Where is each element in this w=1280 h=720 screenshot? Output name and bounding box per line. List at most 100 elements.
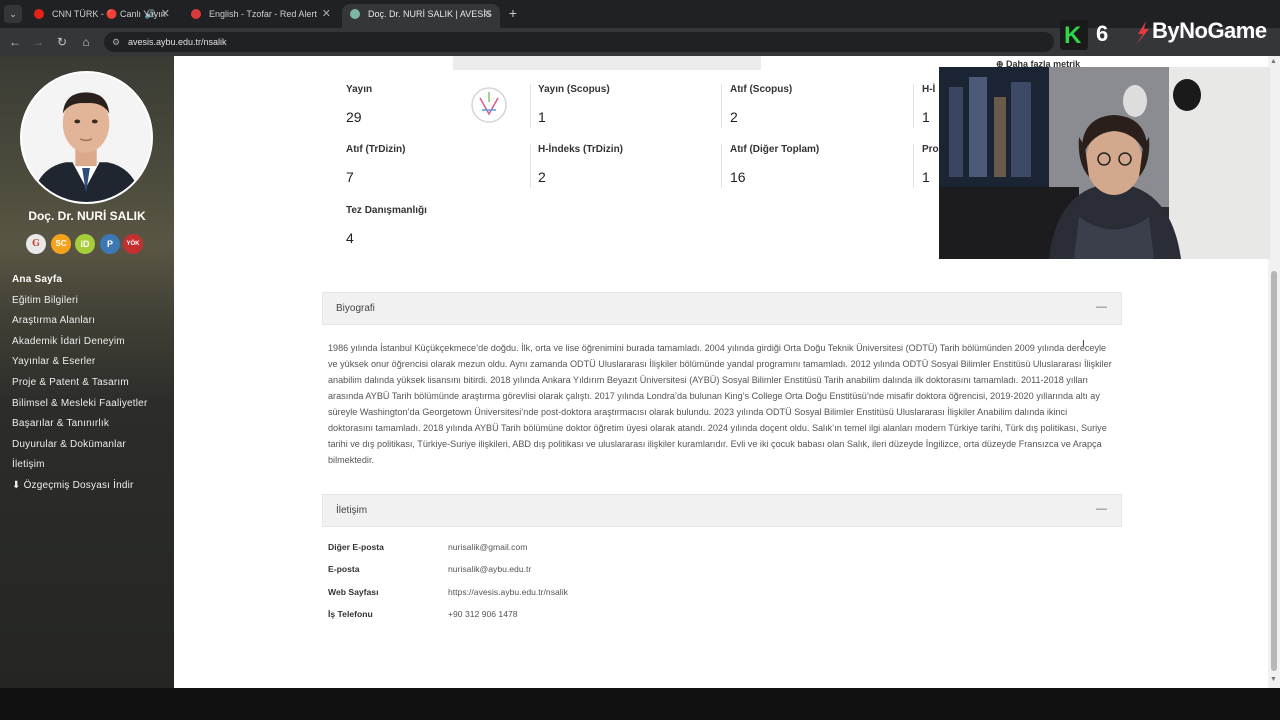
sidebar-item-ana-sayfa[interactable]: Ana Sayfa — [0, 270, 174, 291]
tab-cnn-turk[interactable]: CNN TÜRK - 🔴 Canlı Yayın 🔊 ✕ — [26, 4, 178, 28]
sidebar-item-akademik-idari[interactable]: Akademik İdari Deneyim — [0, 332, 174, 353]
contact-value[interactable]: nurisalik@aybu.edu.tr — [448, 564, 531, 574]
biography-header[interactable]: Biyografi — — [322, 292, 1122, 325]
profile-badges: G SC iD P YÖK — [26, 234, 148, 256]
yok-icon[interactable]: YÖK — [123, 234, 143, 254]
tab-search-chevron-icon[interactable]: ⌄ — [4, 5, 22, 23]
forward-arrow-icon[interactable]: → — [29, 33, 47, 51]
address-url: avesis.aybu.edu.tr/nsalik — [128, 37, 227, 47]
scopus-icon[interactable]: SC — [51, 234, 71, 254]
new-tab-icon[interactable]: + — [505, 5, 521, 21]
sidebar-item-label: Özgeçmiş Dosyası İndir — [23, 479, 134, 491]
metric-atif-trdizin: Atıf (TrDizin) 7 — [346, 144, 405, 185]
sidebar-menu: Ana Sayfa Eğitim Bilgileri Araştırma Ala… — [0, 270, 174, 497]
contact-label: İş Telefonu — [328, 609, 373, 619]
orcid-icon[interactable]: iD — [75, 234, 95, 254]
webcam-feed-icon — [939, 67, 1270, 259]
metric-value: 1 — [922, 169, 930, 185]
metric-divider — [721, 144, 722, 188]
tab-label: English - Tzofar - Red Alert — [209, 9, 317, 19]
contact-label: E-posta — [328, 564, 360, 574]
metric-label: Pro — [922, 144, 939, 155]
metric-value: 4 — [346, 230, 354, 246]
metric-divider — [913, 144, 914, 188]
collapse-icon[interactable]: — — [1096, 503, 1107, 515]
metric-label: H-İ — [922, 84, 936, 95]
scroll-up-icon[interactable]: ▲ — [1270, 58, 1277, 65]
contact-value[interactable]: nurisalik@gmail.com — [448, 542, 527, 552]
close-icon[interactable]: ✕ — [322, 4, 331, 24]
metric-divider — [913, 84, 914, 128]
red-alert-icon — [191, 9, 201, 19]
back-arrow-icon[interactable]: ← — [6, 33, 24, 51]
metric-atif-scopus: Atıf (Scopus) 2 — [730, 84, 792, 125]
close-icon[interactable]: ✕ — [161, 4, 170, 24]
metric-value: 1 — [538, 109, 546, 125]
metric-label: Yayın — [346, 84, 373, 95]
reload-icon[interactable]: ↻ — [53, 33, 71, 51]
sidebar-item-egitim[interactable]: Eğitim Bilgileri — [0, 291, 174, 312]
youtube-icon — [34, 9, 44, 19]
publons-icon[interactable]: P — [100, 234, 120, 254]
tab-red-alert[interactable]: English - Tzofar - Red Alert ✕ — [183, 4, 339, 28]
collapse-icon[interactable]: — — [1096, 301, 1107, 313]
faded-header-strip — [453, 56, 761, 70]
text-cursor-icon: I — [1082, 339, 1085, 350]
sidebar-item-yayinlar[interactable]: Yayınlar & Eserler — [0, 352, 174, 373]
home-icon[interactable]: ⌂ — [77, 33, 95, 51]
viewer-counter: 6 — [1096, 21, 1109, 46]
metric-atif-diger: Atıf (Diğer Toplam) 16 — [730, 144, 819, 185]
sidebar-item-iletisim[interactable]: İletişim — [0, 455, 174, 476]
avatar — [20, 71, 153, 204]
profile-photo-icon — [22, 73, 151, 202]
site-info-icon[interactable]: ⚙ — [112, 32, 120, 52]
metric-label: Tez Danışmanlığı — [346, 205, 427, 216]
avesis-icon — [350, 9, 360, 19]
bynogame-brand: ByNoGame — [1152, 18, 1267, 43]
section-title: İletişim — [336, 505, 368, 516]
contact-label: Diğer E-posta — [328, 542, 384, 552]
stream-overlay-logo: K 6 ByNoGame — [1060, 18, 1270, 52]
metric-value: 1 — [922, 109, 930, 125]
tab-label: Doç. Dr. NURİ SALIK | AVESİS — [368, 9, 492, 19]
contact-value[interactable]: +90 312 906 1478 — [448, 609, 518, 619]
metric-yayin-scopus: Yayın (Scopus) 1 — [538, 84, 610, 125]
speaker-icon[interactable]: 🔊 — [145, 4, 156, 24]
sidebar-item-duyurular[interactable]: Duyurular & Dokümanlar — [0, 435, 174, 456]
profile-name: Doç. Dr. NURİ SALIK — [28, 209, 146, 223]
sidebar-item-arastirma[interactable]: Araştırma Alanları — [0, 311, 174, 332]
sidebar-item-ozgecmis[interactable]: ⬇ Özgeçmiş Dosyası İndir — [0, 476, 174, 497]
contact-header[interactable]: İletişim — — [322, 494, 1122, 527]
close-icon[interactable]: ✕ — [483, 4, 492, 24]
section-title: Biyografi — [336, 303, 375, 314]
metric-h-indeks-trdizin: H-İndeks (TrDizin) 2 — [538, 144, 623, 185]
metric-label: Atıf (TrDizin) — [346, 144, 406, 155]
metric-label: Atıf (Diğer Toplam) — [730, 144, 820, 155]
google-scholar-icon[interactable]: G — [26, 234, 46, 254]
metric-label: H-İndeks (TrDizin) — [538, 144, 624, 155]
profile-sidebar: Doç. Dr. NURİ SALIK G SC iD P YÖK Ana Sa… — [0, 56, 174, 688]
bynogame-mark-icon — [1136, 21, 1149, 45]
avesis-logo-icon — [471, 87, 507, 123]
contact-label: Web Sayfası — [328, 587, 379, 597]
metric-value: 2 — [730, 109, 738, 125]
scroll-thumb[interactable] — [1271, 271, 1277, 671]
sidebar-item-basarilar[interactable]: Başarılar & Tanınırlık — [0, 414, 174, 435]
address-bar[interactable]: ⚙ avesis.aybu.edu.tr/nsalik — [104, 32, 1054, 52]
sidebar-item-proje[interactable]: Proje & Patent & Tasarım — [0, 373, 174, 394]
scroll-down-icon[interactable]: ▼ — [1270, 676, 1277, 683]
metric-proje: Pro 1 — [922, 144, 939, 185]
metric-divider — [530, 84, 531, 128]
metric-label: Yayın (Scopus) — [538, 84, 610, 95]
metric-divider — [530, 144, 531, 188]
metric-value: 7 — [346, 169, 354, 185]
metric-label: Atıf (Scopus) — [730, 84, 793, 95]
contact-value[interactable]: https://avesis.aybu.edu.tr/nsalik — [448, 587, 568, 597]
kick-logo-icon: K — [1060, 20, 1088, 50]
download-icon: ⬇ — [12, 479, 21, 491]
metric-value: 2 — [538, 169, 546, 185]
tab-avesis[interactable]: Doç. Dr. NURİ SALIK | AVESİS ✕ — [342, 4, 500, 28]
metric-value: 29 — [346, 109, 362, 125]
sidebar-item-faaliyetler[interactable]: Bilimsel & Mesleki Faaliyetler — [0, 394, 174, 415]
kick-letter: K — [1064, 22, 1082, 49]
